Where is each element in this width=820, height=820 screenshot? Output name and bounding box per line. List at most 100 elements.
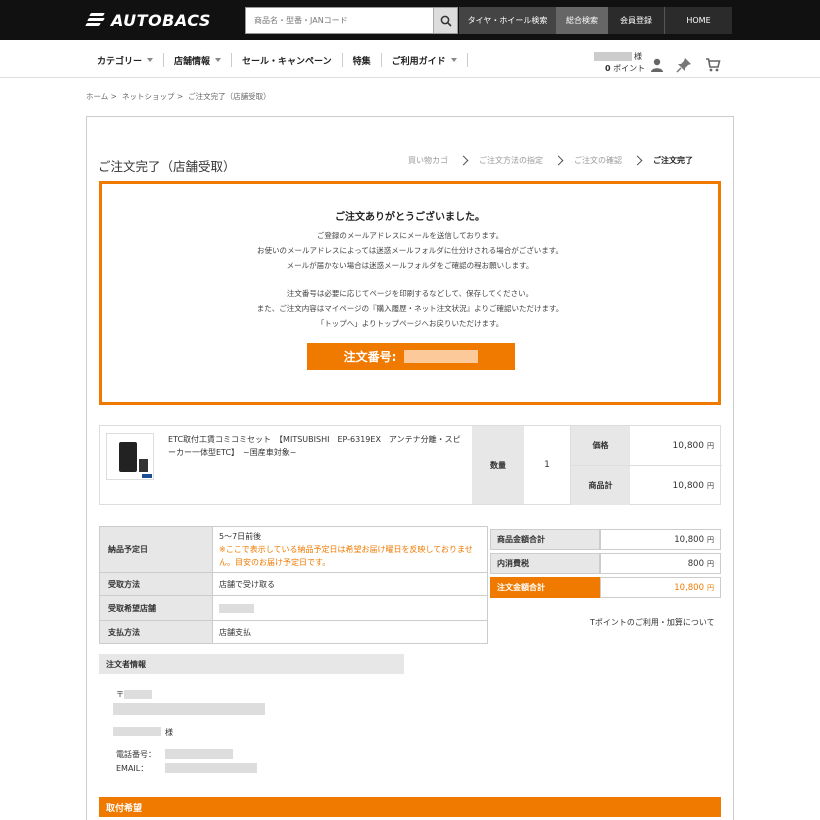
pin-icon[interactable] <box>676 57 692 73</box>
nav-home[interactable]: HOME <box>664 7 732 34</box>
chevron-right-icon <box>632 155 643 166</box>
subnav-item[interactable]: 特集 <box>343 53 382 67</box>
message-line: また、ご注文内容はマイページの『購入履歴・ネット注文状況』よりご確認いただけます… <box>256 304 564 313</box>
table-row: 支払方法 店舗支払 <box>99 620 488 644</box>
delivery-date-note: ※ここで表示している納品予定日は希望お届け曜日を反映しておりません。目安のお届け… <box>219 545 473 567</box>
page-title: ご注文完了（店舗受取） <box>98 159 236 174</box>
order-number-label: 注文番号: <box>343 350 397 364</box>
email-label: EMAIL： <box>116 764 149 773</box>
table-row: 商品金額合計 10,800 円 <box>490 529 721 550</box>
nav-tire-wheel-search[interactable]: タイヤ・ホイール検索 <box>459 7 556 34</box>
sub-navigation: カテゴリー 店舗情報 セール・キャンペーン 特集 ご利用ガイド <box>0 40 820 78</box>
message-line: 「トップへ」よりトップページへお戻りいただけます。 <box>316 319 504 328</box>
thank-you-paragraph-1: ご登録のメールアドレスにメールを送信しております。 お使いのメールアドレスによっ… <box>102 228 718 273</box>
logo-text: AUTOBACS <box>111 10 211 30</box>
subnav-item[interactable]: セール・キャンペーン <box>232 53 343 67</box>
subnav-item-label: カテゴリー <box>97 56 143 67</box>
antenna-image <box>139 459 148 472</box>
order-step: ご注文の確認 <box>574 156 622 165</box>
price-cell: 10,800 円 <box>630 426 722 465</box>
points-display: 0 ポイント <box>605 63 645 74</box>
subnav-menu: カテゴリー 店舗情報 セール・キャンペーン 特集 ご利用ガイド <box>97 53 468 67</box>
order-info-table: 納品予定日 5〜7日前後 ※ここで表示している納品予定日は希望お届け曜日を反映し… <box>99 526 488 644</box>
table-row: 内消費税 800 円 <box>490 553 721 574</box>
quantity-label: 数量 <box>472 426 524 504</box>
subnav-item[interactable]: カテゴリー <box>97 53 165 67</box>
installation-request-heading: 取付希望 <box>99 797 721 817</box>
email-redacted <box>165 763 257 773</box>
message-line: ご登録のメールアドレスにメールを送信しております。 <box>316 231 504 240</box>
breadcrumb-item: ご注文完了（店舗受取） <box>188 92 271 101</box>
tax-label: 内消費税 <box>490 553 600 574</box>
thank-you-title: ご注文ありがとうございました。 <box>335 212 485 223</box>
subnav-item[interactable]: 店舗情報 <box>164 53 233 67</box>
order-step: 買い物カゴ <box>408 156 448 165</box>
etc-device-image <box>119 442 137 472</box>
breadcrumb: ホーム > ネットショップ > ご注文完了（店舗受取） <box>86 91 271 102</box>
subnav-item[interactable]: ご利用ガイド <box>382 53 468 67</box>
delivery-date-label: 納品予定日 <box>99 526 213 573</box>
yen-unit: 円 <box>707 481 714 490</box>
totals-table: 商品金額合計 10,800 円 内消費税 800 円 注文金額合計 10,800 円 <box>490 526 721 601</box>
breadcrumb-item[interactable]: ネットショップ > <box>122 91 183 102</box>
table-row: 受取希望店舗 <box>99 595 488 621</box>
yen-unit: 円 <box>707 441 714 450</box>
chevron-right-icon <box>553 155 564 166</box>
order-step: ご注文完了 <box>653 156 693 165</box>
phone-redacted <box>165 749 233 759</box>
goods-total-label: 商品金額合計 <box>490 529 600 550</box>
message-line: メールが届かない場合は迷惑メールフォルダをご確認の程お願いします。 <box>286 261 534 270</box>
order-step: ご注文方法の指定 <box>479 156 543 165</box>
postal-prefix: 〒 <box>116 690 124 699</box>
pickup-store-redacted <box>219 603 254 613</box>
brand-tag <box>142 474 152 478</box>
chevron-down-icon <box>147 58 154 62</box>
subnav-item-label: 店舗情報 <box>174 56 211 67</box>
delivery-date-cell: 5〜7日前後 ※ここで表示している納品予定日は希望お届け曜日を反映しておりません… <box>212 526 488 573</box>
user-icon[interactable] <box>649 57 665 73</box>
address-redacted <box>113 703 265 715</box>
product-thumbnail[interactable] <box>106 433 154 480</box>
product-name[interactable]: ETC取付工賃コミコミセット 【MITSUBISHI EP-6319EX アンテ… <box>168 433 463 459</box>
chevron-down-icon <box>450 58 457 62</box>
orderer-name-redacted <box>113 727 161 736</box>
search-input[interactable] <box>246 8 433 33</box>
nav-all-search[interactable]: 総合検索 <box>556 7 608 34</box>
message-line: 注文番号は必要に応じてページを印刷するなどして、保存してください。 <box>286 289 534 298</box>
orderer-name-suffix: 様 <box>165 728 173 737</box>
phone-label: 電話番号： <box>116 750 156 759</box>
points-value: 0 <box>605 64 611 73</box>
payment-method-value: 店舗支払 <box>212 620 488 644</box>
grand-total-value: 10,800 <box>674 582 704 593</box>
t-point-link[interactable]: Tポイントのご利用・加算について <box>590 617 715 628</box>
message-line: お使いのメールアドレスによっては迷惑メールフォルダに仕分けされる場合がございます… <box>257 246 563 255</box>
breadcrumb-item[interactable]: ホーム > <box>86 91 117 102</box>
product-row: ETC取付工賃コミコミセット 【MITSUBISHI EP-6319EX アンテ… <box>99 425 722 505</box>
user-name-suffix: 様 <box>634 52 642 61</box>
nav-member-register[interactable]: 会員登録 <box>608 7 664 34</box>
thank-you-box: ご注文ありがとうございました。 ご登録のメールアドレスにメールを送信しております… <box>99 181 721 405</box>
payment-method-label: 支払方法 <box>99 620 213 644</box>
order-number-redacted <box>404 350 479 363</box>
price-label: 価格 <box>571 426 630 465</box>
table-row: 受取方法 店舗で受け取る <box>99 572 488 596</box>
grand-total-label: 注文金額合計 <box>490 577 600 598</box>
user-name-redacted <box>594 52 632 61</box>
chevron-right-icon <box>458 155 469 166</box>
delivery-date-value: 5〜7日前後 <box>219 532 262 541</box>
order-steps: 買い物カゴ ご注文方法の指定 ご注文の確認 ご注文完了 <box>408 155 693 166</box>
search-button[interactable] <box>433 8 457 33</box>
orderer-info-heading: 注文者情報 <box>99 654 404 674</box>
logo-mark-icon <box>85 11 108 29</box>
pickup-store-label: 受取希望店舗 <box>99 595 213 621</box>
postal-code-redacted <box>124 690 152 699</box>
points-unit: ポイント <box>613 64 646 73</box>
receive-method-label: 受取方法 <box>99 572 213 596</box>
table-row: 納品予定日 5〜7日前後 ※ここで表示している納品予定日は希望お届け曜日を反映し… <box>99 526 488 573</box>
grand-total-cell: 10,800 円 <box>600 577 721 598</box>
order-number-banner: 注文番号: <box>307 343 515 370</box>
autobacs-logo[interactable]: AUTOBACS <box>85 9 211 31</box>
subtotal-label: 商品計 <box>571 466 630 505</box>
search-box <box>245 7 458 34</box>
cart-icon[interactable] <box>705 57 721 73</box>
